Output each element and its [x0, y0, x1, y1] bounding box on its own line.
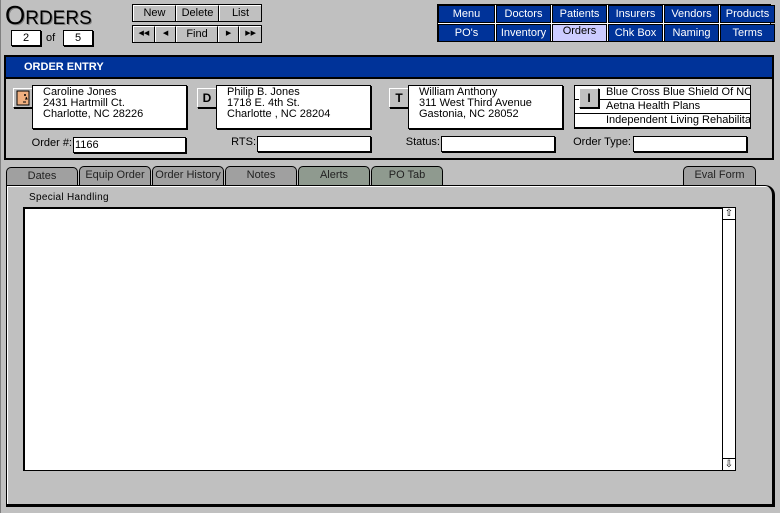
next-record-button[interactable]: ▶ [217, 26, 240, 42]
therapist-city: Gastonia, NC 28052 [419, 108, 519, 120]
tab-eval-form[interactable]: Eval Form [683, 166, 756, 185]
tab-dates[interactable]: Dates [6, 167, 78, 185]
order-number-label: Order #: [31, 137, 72, 149]
order-entry-header: ORDER ENTRY [6, 57, 772, 79]
insurer-item[interactable]: Aetna Health Plans [575, 100, 750, 114]
nav-terms[interactable]: Terms [720, 24, 775, 42]
status-label: Status: [405, 136, 440, 148]
doctor-address[interactable]: Philip B. Jones 1718 E. 4th St. Charlott… [216, 85, 371, 129]
tab-equip-order[interactable]: Equip Order [79, 166, 151, 185]
order-entry-panel: ORDER ENTRY Caroline Jones 2431 Hartmill… [4, 55, 774, 160]
new-button[interactable]: New [133, 5, 176, 21]
prev-record-button[interactable]: ◀ [154, 26, 177, 42]
nav-insurers[interactable]: Insurers [608, 5, 663, 23]
patient-button[interactable] [13, 88, 33, 108]
face-icon [16, 90, 30, 106]
arrow-down-icon: ⇩ [724, 459, 734, 470]
title-rest: RDERS [25, 8, 92, 29]
window-edge [0, 0, 3, 513]
list-button[interactable]: List [219, 5, 261, 21]
special-handling-textarea[interactable] [23, 207, 736, 471]
patient-city: Charlotte, NC 28226 [43, 108, 144, 120]
therapist-button[interactable]: T [389, 88, 409, 108]
record-of-label: of [46, 32, 56, 44]
nav-chk-box[interactable]: Chk Box [608, 24, 663, 42]
tab-po-tab[interactable]: PO Tab [371, 166, 443, 185]
scroll-down-button[interactable]: ⇩ [723, 458, 735, 470]
nav-naming[interactable]: Naming [664, 24, 719, 42]
last-record-button[interactable]: ▶▶ [239, 26, 262, 42]
main-nav: Menu Doctors Patients Insurers Vendors P… [437, 4, 775, 42]
special-handling-label: Special Handling [29, 192, 109, 203]
rts-field[interactable] [257, 136, 371, 152]
insurer-list[interactable]: Blue Cross Blue Shield Of NC Aetna Healt… [574, 85, 751, 129]
nav-patients[interactable]: Patients [552, 5, 607, 23]
record-total-field: 5 [63, 30, 93, 46]
insurer-item[interactable]: Blue Cross Blue Shield Of NC [575, 86, 750, 100]
find-button[interactable]: Find [176, 26, 218, 42]
tab-alerts[interactable]: Alerts [298, 166, 370, 185]
record-toolbar: New Delete List [132, 4, 262, 22]
nav-menu[interactable]: Menu [438, 5, 495, 23]
title-initial: O [5, 0, 26, 30]
delete-button[interactable]: Delete [176, 5, 219, 21]
next-icon: ▶ [225, 30, 232, 37]
last-icon: ▶▶ [245, 30, 257, 37]
nav-doctors[interactable]: Doctors [496, 5, 551, 23]
memo-scrollbar[interactable]: ⇧ ⇩ [722, 208, 735, 470]
order-type-label: Order Type: [573, 136, 631, 148]
first-icon: ◀◀ [138, 30, 150, 37]
order-type-field[interactable] [633, 136, 747, 152]
prev-icon: ◀ [162, 30, 169, 37]
doctor-city: Charlotte , NC 28204 [227, 108, 331, 120]
nav-vendors[interactable]: Vendors [664, 5, 719, 23]
patient-address[interactable]: Caroline Jones 2431 Hartmill Ct. Charlot… [32, 85, 187, 129]
insurer-button[interactable]: I [579, 88, 599, 108]
arrow-up-icon: ⇧ [724, 208, 734, 219]
therapist-address[interactable]: William Anthony 311 West Third Avenue Ga… [408, 85, 563, 129]
first-record-button[interactable]: ◀◀ [133, 26, 155, 42]
nav-pos[interactable]: PO's [438, 24, 495, 42]
insurer-item[interactable]: Independent Living Rehabilitation Progra… [575, 114, 750, 128]
nav-inventory[interactable]: Inventory [496, 24, 551, 42]
tab-order-history[interactable]: Order History [152, 166, 224, 185]
tab-notes[interactable]: Notes [225, 166, 297, 185]
record-current-field[interactable]: 2 [11, 30, 41, 46]
doctor-button[interactable]: D [197, 88, 217, 108]
order-number-field[interactable]: 1166 [73, 137, 186, 153]
nav-orders[interactable]: Orders [552, 24, 607, 42]
navigation-toolbar: ◀◀ ◀ Find ▶ ▶▶ [132, 25, 262, 43]
nav-products[interactable]: Products [720, 5, 775, 23]
scroll-up-button[interactable]: ⇧ [723, 208, 735, 220]
status-field[interactable] [441, 136, 555, 152]
page-title: ORDERS [5, 0, 92, 31]
rts-label: RTS: [231, 136, 256, 148]
